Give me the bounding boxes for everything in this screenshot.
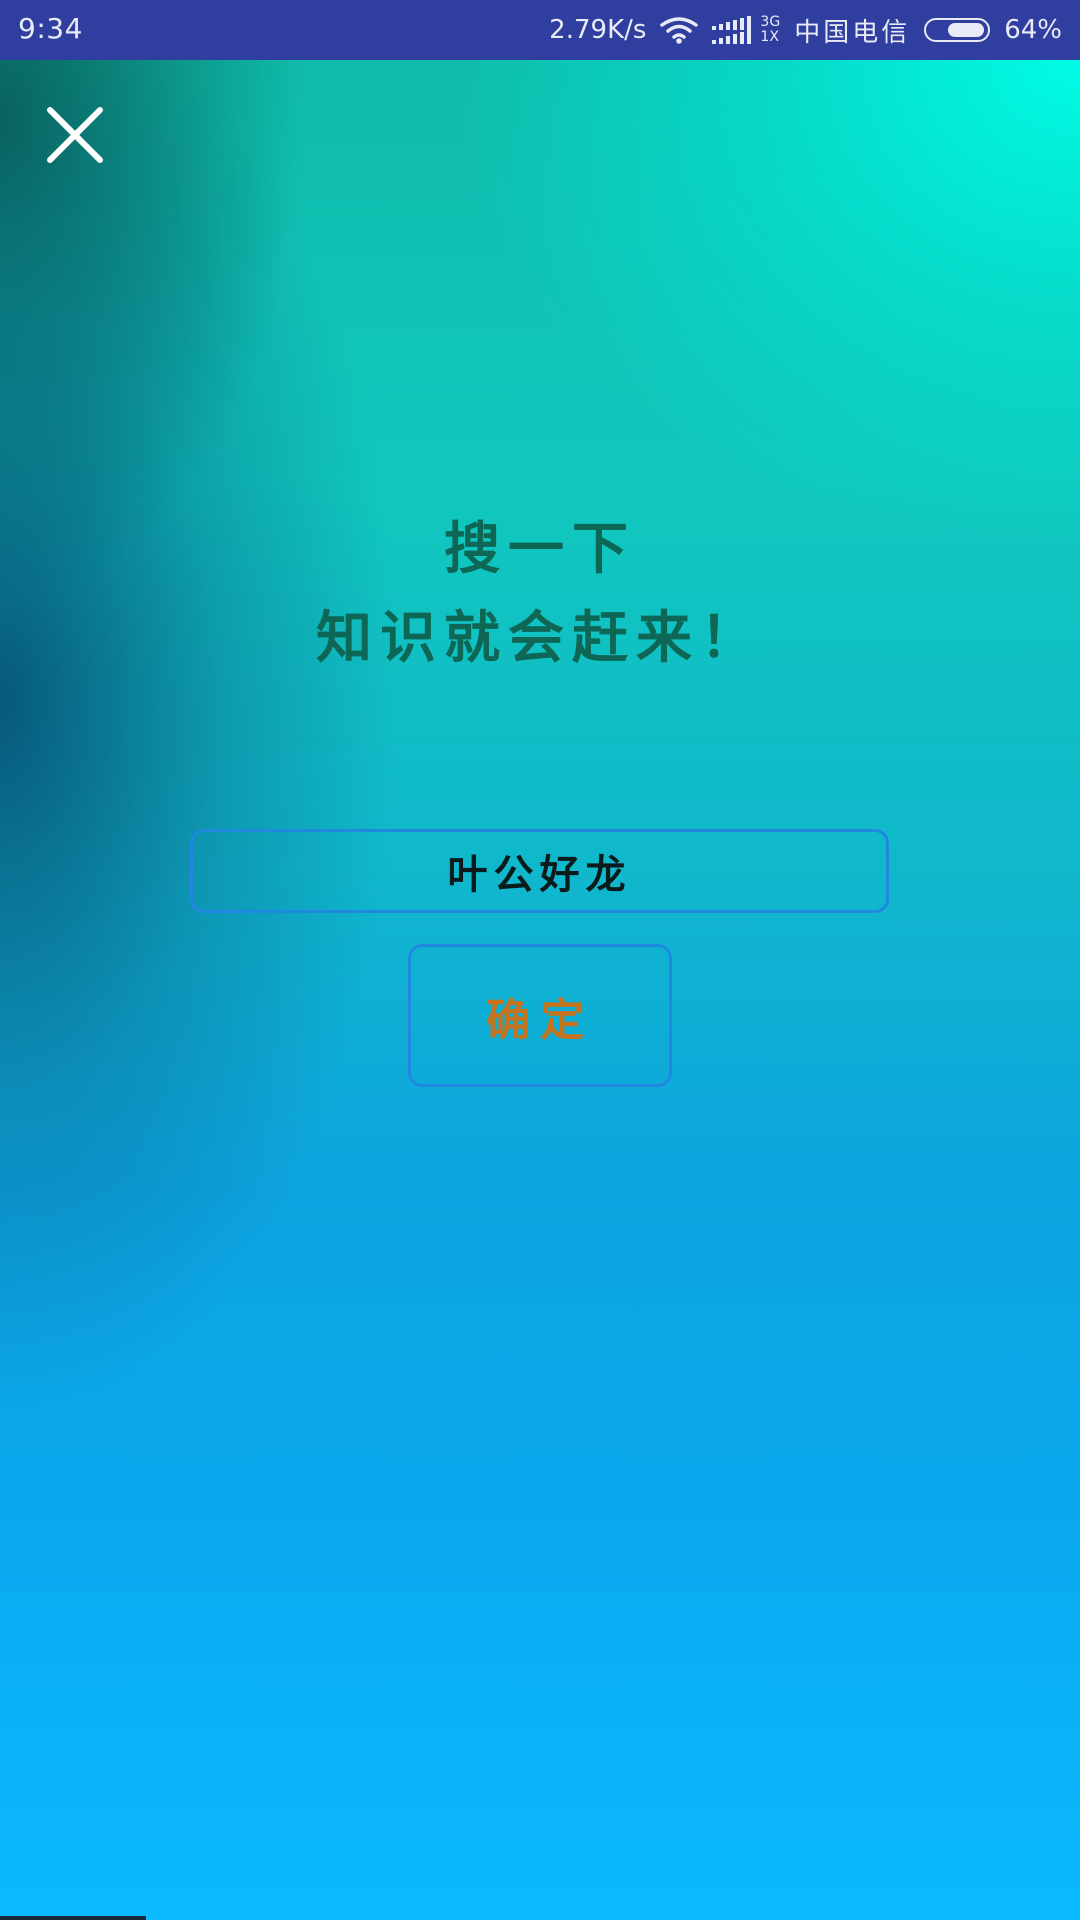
app-screen: 9:34 2.79K/s 3G 1X 中国电信 64% 搜一下 知识就会赶来！ … <box>0 0 1080 1920</box>
title-line-1: 搜一下 <box>444 516 636 582</box>
network-type-top: 3G <box>760 14 781 30</box>
signal-icon <box>712 16 752 44</box>
status-bar: 9:34 2.79K/s 3G 1X 中国电信 64% <box>0 0 1080 60</box>
net-speed: 2.79K/s <box>549 15 647 45</box>
battery-icon <box>924 18 991 42</box>
battery-percent: 64% <box>1004 15 1062 45</box>
page-title: 搜一下 知识就会赶来！ <box>0 505 1080 683</box>
title-line-2: 知识就会赶来！ <box>316 605 764 671</box>
battery-fill <box>948 23 985 37</box>
network-type-bottom: 1X <box>760 29 779 45</box>
carrier-name: 中国电信 <box>794 17 911 48</box>
close-icon <box>47 107 103 163</box>
close-button[interactable] <box>40 100 110 170</box>
wifi-icon <box>660 16 699 44</box>
search-input[interactable] <box>190 829 889 913</box>
status-time: 9:34 <box>18 12 83 45</box>
confirm-button[interactable]: 确定 <box>408 944 672 1087</box>
network-type: 3G 1X <box>760 15 780 45</box>
bottom-edge-bar <box>0 1916 146 1920</box>
status-right: 2.79K/s 3G 1X 中国电信 64% <box>549 0 1062 60</box>
